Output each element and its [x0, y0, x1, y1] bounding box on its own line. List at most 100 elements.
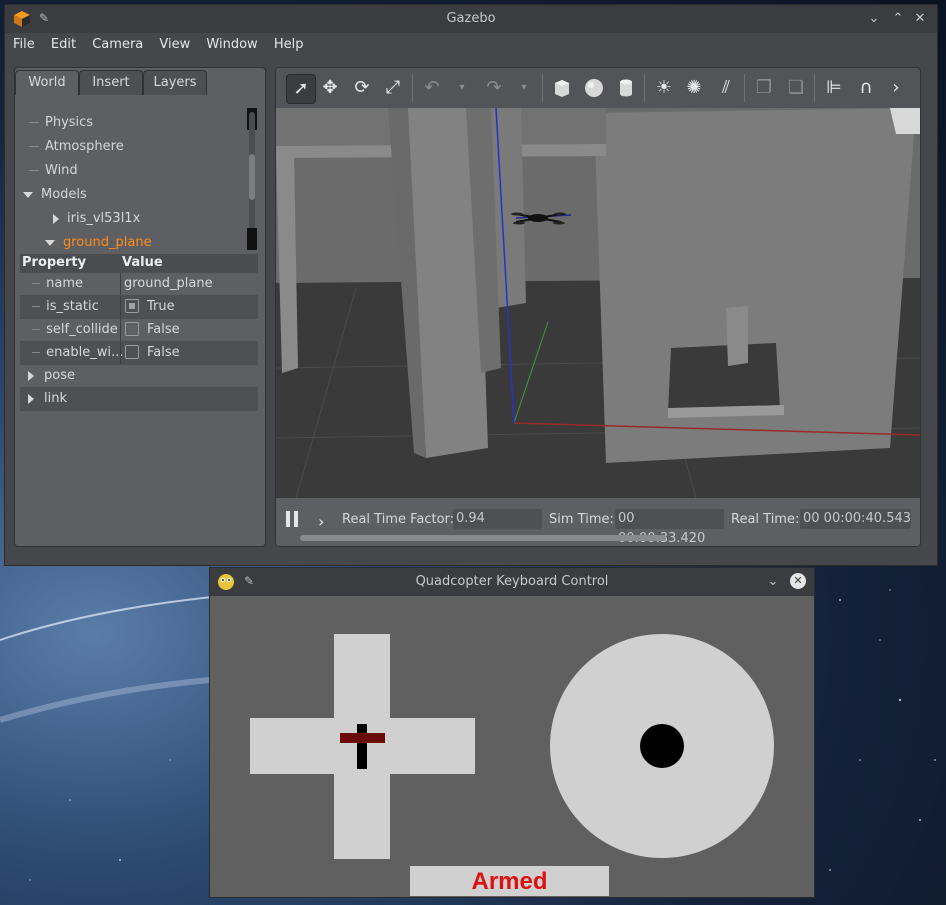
property-value[interactable]: ground_plane — [120, 273, 262, 295]
is-static-checkbox[interactable] — [125, 298, 139, 313]
tab-world[interactable]: World — [15, 70, 79, 95]
direction-marker-vertical — [357, 724, 367, 769]
enable-wind-checkbox[interactable] — [125, 344, 139, 359]
property-name: enable_wi... — [46, 345, 124, 360]
select-icon[interactable]: ➚ — [286, 74, 316, 104]
scroll-thumb[interactable] — [249, 154, 255, 200]
tree-scrollbar[interactable] — [247, 104, 257, 252]
expand-arrow-icon[interactable] — [45, 239, 55, 246]
tree-item-iris[interactable]: iris_vl53l1x — [53, 208, 140, 230]
toolbar-separator — [542, 74, 543, 102]
spot-light-icon[interactable]: ✺ — [680, 74, 708, 102]
scene-viewport[interactable] — [276, 108, 920, 498]
left-panel: World Insert Layers Physics Atmosphere W… — [14, 67, 266, 547]
property-row-name[interactable]: name ground_plane — [20, 273, 258, 296]
tree-line-icon — [32, 352, 40, 353]
box-icon[interactable] — [548, 74, 576, 102]
more-icon[interactable]: › — [882, 74, 910, 102]
tab-insert[interactable]: Insert — [79, 70, 143, 95]
menu-view[interactable]: View — [159, 37, 190, 52]
tree-item-label: Wind — [45, 163, 78, 178]
property-row-self-collide[interactable]: self_collide False — [20, 319, 258, 342]
armed-status: Armed — [410, 866, 609, 896]
copy-icon[interactable]: ❐ — [750, 74, 778, 102]
align-icon[interactable]: ⊫ — [820, 74, 848, 102]
redo-icon[interactable]: ↷ — [480, 74, 508, 102]
property-name-cell: enable_wi... — [20, 342, 132, 364]
world-tree: Physics Atmosphere Wind Models iris_vl53… — [17, 104, 263, 252]
toolbar-separator — [814, 74, 815, 102]
tab-layers[interactable]: Layers — [143, 70, 207, 95]
scroll-down-cap[interactable] — [247, 228, 257, 250]
tree-item-models[interactable]: Models — [23, 184, 87, 206]
minimize-icon[interactable]: ⌄ — [865, 10, 883, 28]
altitude-yaw-marker — [640, 724, 684, 768]
paste-icon[interactable]: ❏ — [782, 74, 810, 102]
direction-marker-horizontal — [340, 733, 385, 743]
scale-icon[interactable]: ⤢ — [379, 74, 407, 102]
close-icon[interactable]: ✕ — [911, 10, 929, 28]
point-light-icon[interactable]: ☀ — [650, 74, 678, 102]
property-value-cell: True — [120, 296, 259, 318]
close-icon[interactable]: ✕ — [790, 573, 806, 589]
collapse-arrow-icon[interactable] — [53, 213, 59, 224]
property-name: self_collide — [46, 322, 118, 337]
translate-icon[interactable]: ✥ — [316, 74, 344, 102]
gazebo-titlebar[interactable]: ✎ Gazebo ⌄ ⌃ ✕ — [5, 5, 937, 33]
expand-arrow-icon[interactable] — [23, 191, 33, 198]
cylinder-icon[interactable] — [612, 74, 640, 102]
self-collide-checkbox[interactable] — [125, 321, 139, 336]
tree-item-label: Models — [41, 187, 87, 202]
sphere-icon[interactable] — [580, 74, 608, 102]
property-row-is-static[interactable]: is_static True — [20, 296, 258, 319]
minimize-icon[interactable]: ⌄ — [764, 573, 782, 591]
tree-item-atmosphere[interactable]: Atmosphere — [29, 136, 124, 158]
property-group-pose[interactable]: pose — [20, 365, 258, 388]
window-title: Gazebo — [446, 11, 496, 26]
menu-file[interactable]: File — [13, 37, 35, 52]
menu-camera[interactable]: Camera — [92, 37, 143, 52]
menu-edit[interactable]: Edit — [51, 37, 76, 52]
tree-item-ground-plane[interactable]: ground_plane — [45, 232, 152, 252]
property-name: is_static — [46, 299, 99, 314]
undo-history-icon[interactable]: ▾ — [448, 74, 476, 102]
property-group-cell: pose — [20, 365, 266, 387]
tree-item-physics[interactable]: Physics — [29, 112, 93, 134]
status-scrollbar[interactable] — [300, 535, 666, 541]
sim-time-label: Sim Time: — [549, 512, 614, 527]
tree-item-label: Physics — [45, 115, 94, 130]
property-name-cell: is_static — [20, 296, 132, 318]
collapse-arrow-icon[interactable] — [28, 393, 34, 404]
real-time-factor-label: Real Time Factor: — [342, 512, 455, 527]
toolbar-separator — [744, 74, 745, 102]
pause-icon[interactable] — [286, 511, 300, 527]
property-group-cell: link — [20, 388, 266, 410]
menu-help[interactable]: Help — [274, 37, 304, 52]
snap-icon[interactable]: ∩ — [852, 74, 880, 102]
step-icon[interactable]: › — [318, 512, 324, 531]
redo-history-icon[interactable]: ▾ — [510, 74, 538, 102]
status-bar: › Real Time Factor: 0.94 Sim Time: 00 00… — [276, 498, 920, 546]
tree-line-icon — [32, 306, 40, 307]
tree-item-wind[interactable]: Wind — [29, 160, 78, 182]
window-title: Quadcopter Keyboard Control — [415, 574, 609, 589]
undo-icon[interactable]: ↶ — [418, 74, 446, 102]
maximize-icon[interactable]: ⌃ — [889, 10, 907, 28]
gazebo-window: ✎ Gazebo ⌄ ⌃ ✕ File Edit Camera View Win… — [4, 4, 938, 566]
property-name: name — [46, 276, 84, 291]
real-time-factor-value: 0.94 — [453, 509, 542, 529]
collapse-arrow-icon[interactable] — [28, 370, 34, 381]
control-canvas[interactable] — [213, 597, 811, 896]
property-header-name: Property — [22, 255, 87, 270]
tree-item-label: ground_plane — [63, 235, 152, 250]
directional-light-icon[interactable]: ⫽ — [712, 74, 740, 102]
property-table: Property Value name ground_plane is_stat… — [20, 254, 258, 411]
menu-window[interactable]: Window — [206, 37, 257, 52]
property-value: False — [147, 322, 180, 337]
keyboard-control-titlebar[interactable]: ✎ Quadcopter Keyboard Control ⌄ ✕ — [210, 568, 814, 596]
rotate-icon[interactable]: ⟳ — [348, 74, 376, 102]
property-row-enable-wind[interactable]: enable_wi... False — [20, 342, 258, 365]
tree-line-icon — [29, 170, 39, 171]
property-name-cell: name — [20, 273, 132, 295]
property-group-link[interactable]: link — [20, 388, 258, 411]
